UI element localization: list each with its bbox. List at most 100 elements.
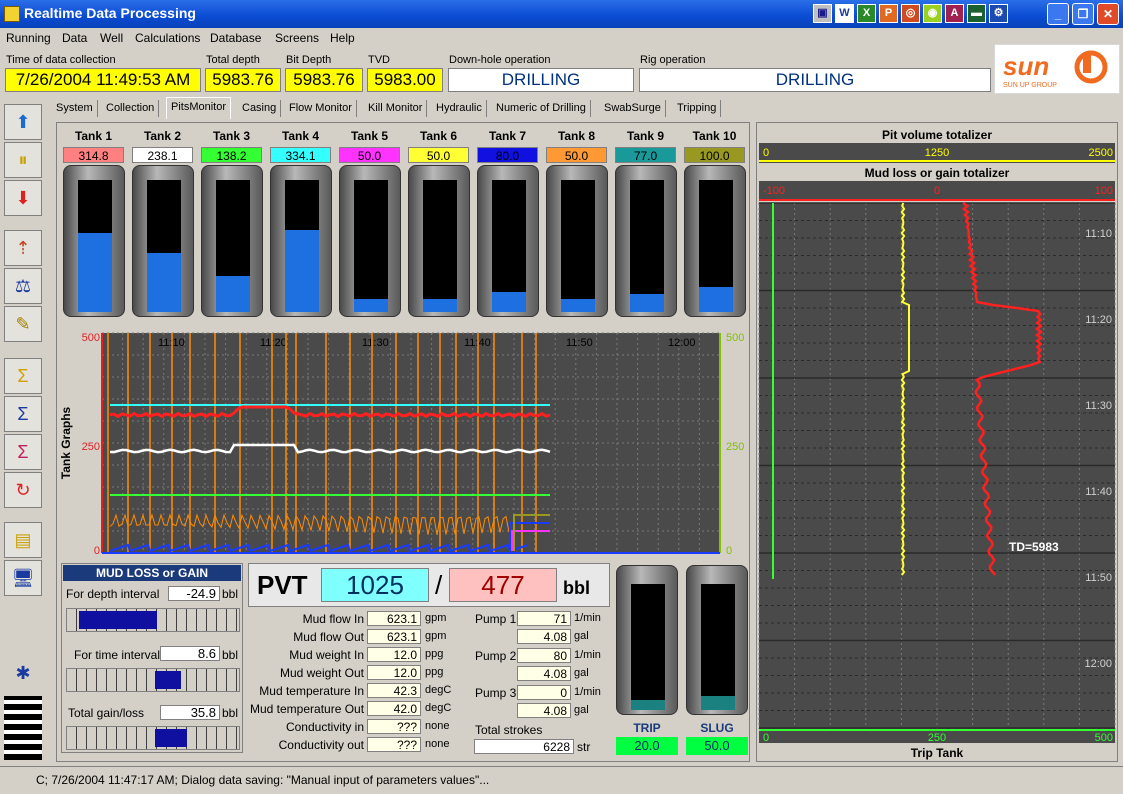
total-gain-value: 35.8: [160, 705, 220, 720]
rpm-icon[interactable]: Σ: [4, 434, 42, 470]
drill-down-button[interactable]: ⬇: [4, 180, 42, 216]
drill-up-button[interactable]: ⬆: [4, 104, 42, 140]
menu-calculations[interactable]: Calculations: [135, 31, 200, 45]
pump-rate: 71: [517, 611, 571, 626]
param-label: Conductivity in: [285, 720, 364, 734]
tank-5[interactable]: Tank 5 50.0: [336, 125, 403, 320]
access-icon[interactable]: A: [945, 4, 964, 23]
tab-pitsmonitor[interactable]: PitsMonitor: [166, 97, 232, 119]
tank-body: [132, 165, 194, 317]
time-interval-unit: bbl: [222, 648, 239, 662]
param-unit: ppg: [425, 666, 444, 678]
menu-data[interactable]: Data: [62, 31, 87, 45]
total-depth-value: 5983.76: [205, 68, 281, 92]
tank-3[interactable]: Tank 3 138.2: [198, 125, 265, 320]
tank-level: [216, 180, 250, 312]
logo-graphic: sun SUN UP GROUP: [1003, 50, 1108, 89]
tab-hydraulic[interactable]: Hydraulic: [432, 100, 487, 117]
tank-1[interactable]: Tank 1 314.8: [60, 125, 127, 320]
param-value: 42.3: [367, 683, 421, 698]
menu-database[interactable]: Database: [210, 31, 261, 45]
balance-icon[interactable]: ⚖: [4, 268, 42, 304]
rig-label: Rig operation: [640, 54, 706, 66]
tank-level: [354, 180, 388, 312]
restore-button[interactable]: ❐: [1072, 3, 1094, 25]
tab-kill-monitor[interactable]: Kill Monitor: [364, 100, 428, 117]
tank-10[interactable]: Tank 10 100.0: [681, 125, 748, 320]
graph-time-label: 11:20: [260, 337, 287, 349]
close-button[interactable]: ✕: [1097, 3, 1119, 25]
satellite-icon[interactable]: ✱: [4, 656, 42, 692]
trip-tank-title: Trip Tank: [911, 746, 964, 760]
graph-right-tick: 500: [726, 332, 744, 344]
menu-screens[interactable]: Screens: [275, 31, 319, 45]
menu-running[interactable]: Running: [6, 31, 51, 45]
tab-numeric-of-drilling[interactable]: Numeric of Drilling: [492, 100, 591, 117]
param-label: Mud flow In: [302, 612, 364, 626]
calc-button[interactable]: ✎: [4, 306, 42, 342]
tank-value: 50.0: [408, 147, 469, 163]
tank-9[interactable]: Tank 9 77.0: [612, 125, 679, 320]
monitor-icon[interactable]: ▬: [967, 4, 986, 23]
pvt-label: PVT: [257, 570, 308, 600]
computer-icon[interactable]: 🖥: [4, 560, 42, 596]
pump-rate-unit: 1/min: [574, 649, 601, 661]
param-value: 42.0: [367, 701, 421, 716]
tank-2[interactable]: Tank 2 238.1: [129, 125, 196, 320]
strokes-value: 6228: [474, 739, 574, 754]
outlook-icon[interactable]: ◎: [901, 4, 920, 23]
slug-value: 50.0: [686, 737, 748, 755]
totalizer-svg: Pit volume totalizer0 1250 2500Mud loss or…: [758, 128, 1116, 760]
param-label: Conductivity out: [278, 738, 364, 752]
publisher-icon[interactable]: ◉: [923, 4, 942, 23]
tank-level: [78, 180, 112, 312]
tank-7[interactable]: Tank 7 80.0: [474, 125, 541, 320]
taskbar-app-icon[interactable]: ▣: [813, 4, 832, 23]
tab-collection[interactable]: Collection: [102, 100, 160, 117]
tab-system[interactable]: System: [52, 100, 98, 117]
svg-text:SUN UP GROUP: SUN UP GROUP: [1003, 82, 1057, 89]
tab-swabsurge[interactable]: SwabSurge: [600, 100, 666, 117]
tab-bar: System Collection PitsMonitor Casing Flo…: [52, 97, 752, 119]
strokes-icon[interactable]: Σ: [4, 396, 42, 432]
trip-button[interactable]: ⇡: [4, 230, 42, 266]
menu-well[interactable]: Well: [100, 31, 123, 45]
trip-label: TRIP: [633, 721, 661, 735]
drill-pause-button[interactable]: ⏸: [4, 142, 42, 178]
strokes-unit: str: [577, 740, 591, 754]
tank-value: 138.2: [201, 147, 262, 163]
param-unit: none: [425, 738, 450, 750]
excel-icon[interactable]: X: [857, 4, 876, 23]
param-value: 12.0: [367, 665, 421, 680]
settings-icon[interactable]: ⚙: [989, 4, 1008, 23]
tank-8[interactable]: Tank 8 50.0: [543, 125, 610, 320]
gain-loss-icon[interactable]: Σ: [4, 358, 42, 394]
tank-name: Tank 2: [143, 129, 182, 143]
totalizer-time: 12:00: [1084, 658, 1112, 670]
status-bar: C; 7/26/2004 11:47:17 AM; Dialog data sa…: [0, 766, 1123, 794]
depth-interval-label: For depth interval: [66, 587, 160, 601]
tab-flow-monitor[interactable]: Flow Monitor: [285, 100, 357, 117]
pumping-cycle-icon[interactable]: ↻: [4, 472, 42, 508]
database-icon[interactable]: ▤: [4, 522, 42, 558]
tank-4[interactable]: Tank 4 334.1: [267, 125, 334, 320]
tank-body: [684, 165, 746, 317]
tab-tripping[interactable]: Tripping: [673, 100, 722, 117]
word-icon[interactable]: W: [835, 4, 854, 23]
pvt-value-2: 477: [449, 568, 557, 602]
pump-rate-unit: 1/min: [574, 612, 601, 624]
tank-6[interactable]: Tank 6 50.0: [405, 125, 472, 320]
strokes-panel: Total strokes 6228 str: [472, 722, 608, 756]
tvd-label: TVD: [368, 54, 390, 66]
strokes-label: Total strokes: [475, 723, 543, 737]
minimize-button[interactable]: _: [1047, 3, 1069, 25]
param-value: ???: [367, 719, 421, 734]
piano-keys-icon[interactable]: [4, 696, 42, 760]
graph-time-label: 11:30: [362, 337, 389, 349]
mud-loss-panel: MUD LOSS or GAIN For depth interval -24.…: [61, 563, 243, 753]
graph-time-label: 12:00: [668, 337, 696, 349]
tab-casing[interactable]: Casing: [238, 100, 282, 117]
rig-value: DRILLING: [639, 68, 991, 92]
powerpoint-icon[interactable]: P: [879, 4, 898, 23]
menu-help[interactable]: Help: [330, 31, 355, 45]
